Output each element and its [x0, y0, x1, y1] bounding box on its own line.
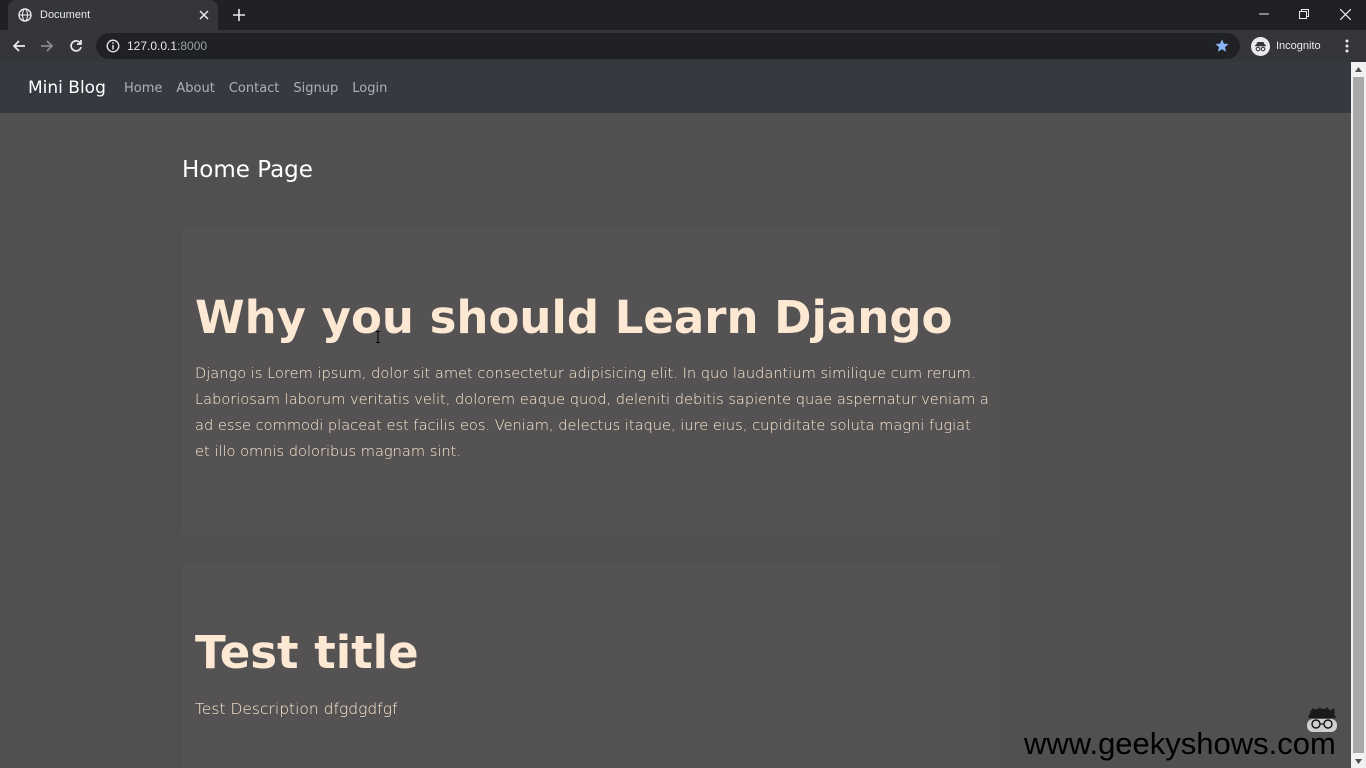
star-icon[interactable] — [1214, 38, 1230, 54]
url-text: 127.0.0.1:8000 — [127, 39, 207, 53]
scrollbar-thumb[interactable] — [1353, 77, 1364, 753]
restore-icon[interactable] — [1292, 4, 1316, 24]
incognito-label: Incognito — [1276, 40, 1321, 52]
back-icon[interactable] — [9, 36, 29, 56]
url-host: 127.0.0.1 — [127, 39, 178, 53]
nav-links: Home About Contact Signup Login — [124, 81, 387, 96]
globe-icon — [18, 8, 32, 22]
vertical-scrollbar[interactable] — [1351, 62, 1366, 768]
nav-link-login[interactable]: Login — [352, 81, 387, 96]
watermark-text: www.geekyshows.com — [1024, 726, 1336, 761]
info-icon[interactable] — [106, 39, 120, 53]
forward-icon[interactable] — [37, 36, 57, 56]
post-title: Test title — [195, 626, 419, 679]
nav-link-home[interactable]: Home — [124, 81, 162, 96]
post-body: Test Description dfgdgdfgf — [195, 700, 398, 718]
page-viewport: Mini Blog Home About Contact Signup Logi… — [0, 62, 1351, 768]
post-card: Test title Test Description dfgdgdfgf — [182, 564, 1000, 768]
address-bar[interactable]: 127.0.0.1:8000 — [96, 33, 1240, 59]
browser-tab[interactable]: Document — [8, 0, 218, 30]
browser-toolbar: 127.0.0.1:8000 Incognito — [0, 30, 1366, 62]
tab-title: Document — [40, 9, 91, 21]
reload-icon[interactable] — [66, 36, 86, 56]
scroll-down-icon[interactable] — [1351, 754, 1366, 768]
page-title: Home Page — [182, 157, 313, 183]
nav-link-about[interactable]: About — [176, 81, 214, 96]
tab-strip: Document — [0, 0, 1366, 30]
incognito-profile-button[interactable]: Incognito — [1247, 33, 1329, 59]
close-icon[interactable] — [196, 7, 212, 23]
minimize-icon[interactable] — [1252, 4, 1276, 24]
post-card: Why you should Learn Django Django is Lo… — [182, 229, 1000, 535]
incognito-icon — [1251, 36, 1270, 56]
post-title: Why you should Learn Django — [195, 291, 953, 344]
post-body: Django is Lorem ipsum, dolor sit amet co… — [195, 365, 989, 460]
close-window-icon[interactable] — [1333, 4, 1357, 24]
menu-icon[interactable] — [1340, 36, 1354, 56]
site-navbar: Mini Blog Home About Contact Signup Logi… — [0, 62, 1351, 113]
scroll-up-icon[interactable] — [1351, 62, 1366, 76]
text-cursor-icon — [376, 331, 380, 343]
plus-icon[interactable] — [230, 6, 248, 24]
brand-link[interactable]: Mini Blog — [28, 78, 106, 98]
nav-link-signup[interactable]: Signup — [293, 81, 338, 96]
nav-link-contact[interactable]: Contact — [229, 81, 280, 96]
url-port: :8000 — [177, 39, 208, 53]
